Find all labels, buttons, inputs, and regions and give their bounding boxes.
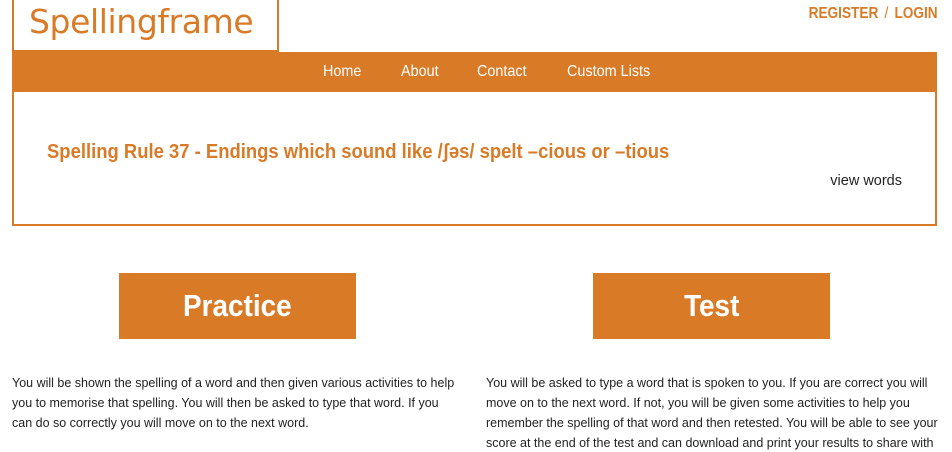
- nav-item-about[interactable]: About: [401, 63, 439, 81]
- test-button[interactable]: Test: [593, 273, 830, 339]
- test-description: You will be asked to type a word that is…: [486, 376, 938, 450]
- auth-links: REGISTER / LOGIN: [809, 5, 938, 23]
- nav-item-contact[interactable]: Contact: [477, 63, 527, 81]
- login-link[interactable]: LOGIN: [895, 5, 938, 22]
- nav-item-home[interactable]: Home: [323, 63, 361, 81]
- logo-text: Spellingframe: [29, 2, 254, 41]
- practice-description: You will be shown the spelling of a word…: [12, 376, 455, 430]
- main-nav: Home About Contact Custom Lists: [12, 52, 937, 92]
- rule-title: Spelling Rule 37 - Endings which sound l…: [47, 140, 670, 163]
- practice-button[interactable]: Practice: [119, 273, 356, 339]
- page: Spellingframe REGISTER / LOGIN Home About …: [0, 0, 952, 452]
- logo[interactable]: Spellingframe: [12, 0, 279, 52]
- practice-button-label: Practice: [183, 288, 292, 323]
- rule-panel: Spelling Rule 37 - Endings which sound l…: [12, 92, 937, 226]
- nav-items: Home About Contact Custom Lists: [323, 52, 659, 92]
- nav-item-custom-lists[interactable]: Custom Lists: [567, 63, 650, 81]
- view-words-link[interactable]: view words: [830, 173, 902, 189]
- test-button-label: Test: [683, 288, 740, 323]
- register-link[interactable]: REGISTER: [809, 5, 879, 22]
- auth-separator: /: [884, 5, 889, 22]
